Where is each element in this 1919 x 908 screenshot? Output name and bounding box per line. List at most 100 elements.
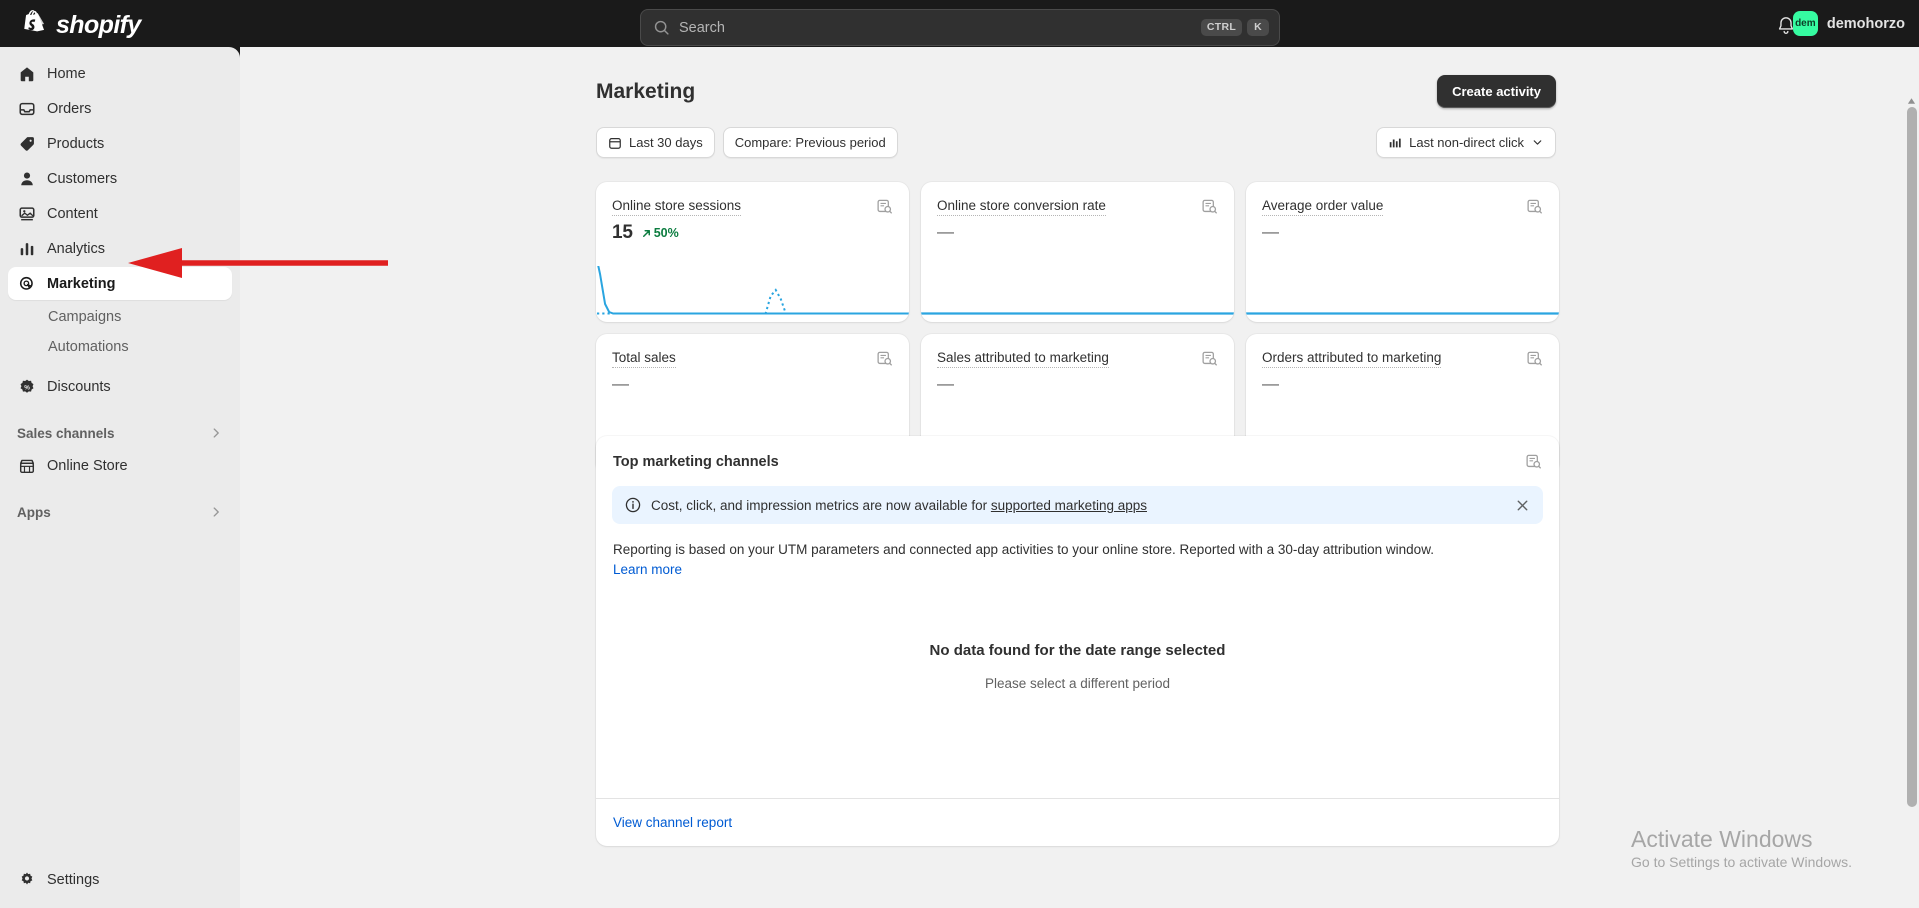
- bars-icon: [1388, 136, 1402, 150]
- metric-card-row: Online store sessions 15 50%: [596, 182, 1559, 322]
- sidebar-item-content[interactable]: Content: [8, 197, 232, 230]
- watermark-subtitle: Go to Settings to activate Windows.: [1631, 854, 1852, 870]
- sidebar-item-home[interactable]: Home: [8, 57, 232, 90]
- store-icon: [17, 456, 36, 475]
- supported-marketing-apps-link[interactable]: supported marketing apps: [991, 498, 1147, 513]
- sessions-sparkline: [596, 266, 909, 322]
- sidebar-subitem-campaigns[interactable]: Campaigns: [8, 302, 232, 332]
- metric-card-online-store-sessions[interactable]: Online store sessions 15 50%: [596, 182, 909, 322]
- svg-text:%: %: [24, 384, 30, 391]
- customers-icon: [17, 169, 36, 188]
- metric-title: Online store conversion rate: [937, 198, 1106, 216]
- search-placeholder: Search: [679, 20, 1201, 36]
- panel-header: Top marketing channels: [596, 436, 1559, 470]
- panel-description: Reporting is based on your UTM parameter…: [613, 540, 1542, 560]
- panel-description-block: Reporting is based on your UTM parameter…: [596, 524, 1559, 581]
- compare-filter[interactable]: Compare: Previous period: [723, 127, 898, 158]
- close-icon[interactable]: [1515, 498, 1530, 513]
- home-icon: [17, 64, 36, 83]
- windows-activation-watermark: Activate Windows Go to Settings to activ…: [1631, 825, 1852, 870]
- brand-name: shopify: [56, 11, 141, 40]
- analytics-icon: [17, 239, 36, 258]
- banner-text: Cost, click, and impression metrics are …: [651, 498, 1505, 513]
- top-marketing-channels-panel: Top marketing channels Cost, click, and …: [596, 436, 1559, 846]
- chevron-right-icon: [209, 426, 223, 440]
- user-menu[interactable]: dem demohorzo: [1793, 11, 1905, 36]
- view-report-icon[interactable]: [1201, 198, 1218, 215]
- content-icon: [17, 204, 36, 223]
- metric-value: —: [612, 374, 629, 394]
- metric-card-online-store-conversion-rate[interactable]: Online store conversion rate —: [921, 182, 1234, 322]
- view-report-icon[interactable]: [1201, 350, 1218, 367]
- view-channel-report-link[interactable]: View channel report: [613, 815, 732, 830]
- metric-card-average-order-value[interactable]: Average order value —: [1246, 182, 1559, 322]
- panel-title: Top marketing channels: [613, 454, 779, 470]
- learn-more-link[interactable]: Learn more: [613, 562, 682, 577]
- scrollbar-thumb[interactable]: [1907, 107, 1917, 807]
- metric-value: —: [937, 222, 954, 242]
- attribution-label: Last non-direct click: [1409, 135, 1524, 150]
- sidebar-section-apps[interactable]: Apps: [8, 496, 232, 528]
- sidebar-label: Products: [47, 136, 104, 152]
- sidebar-label: Online Store: [47, 458, 128, 474]
- sidebar-item-settings[interactable]: Settings: [8, 863, 108, 896]
- orders-icon: [17, 99, 36, 118]
- sidebar-item-discounts[interactable]: % Discounts: [8, 370, 232, 403]
- user-name: demohorzo: [1827, 16, 1905, 32]
- calendar-icon: [608, 136, 622, 150]
- products-icon: [17, 134, 36, 153]
- panel-footer: View channel report: [596, 798, 1559, 846]
- search-icon: [653, 19, 670, 36]
- view-report-icon[interactable]: [1526, 350, 1543, 367]
- sidebar-subitem-automations[interactable]: Automations: [8, 332, 232, 362]
- avatar: dem: [1793, 11, 1818, 36]
- metric-delta-value: 50%: [654, 226, 679, 240]
- sidebar-item-marketing[interactable]: Marketing: [8, 267, 232, 300]
- view-report-icon[interactable]: [876, 350, 893, 367]
- metric-title: Average order value: [1262, 198, 1383, 216]
- scrollbar-track[interactable]: [1904, 47, 1919, 908]
- sidebar-label: Analytics: [47, 241, 105, 257]
- metric-title: Total sales: [612, 350, 676, 368]
- shopify-bag-icon: [22, 10, 48, 40]
- sidebar-label: Settings: [47, 872, 99, 888]
- watermark-title: Activate Windows: [1631, 825, 1852, 854]
- sidebar-label: Home: [47, 66, 86, 82]
- metric-value: —: [1262, 374, 1279, 394]
- chevron-down-icon: [1531, 136, 1544, 149]
- sidebar-item-online-store[interactable]: Online Store: [8, 449, 232, 482]
- sidebar-item-orders[interactable]: Orders: [8, 92, 232, 125]
- kbd-k: K: [1247, 19, 1269, 37]
- metric-title: Sales attributed to marketing: [937, 350, 1109, 368]
- create-activity-button[interactable]: Create activity: [1437, 75, 1556, 108]
- shopify-logo[interactable]: shopify: [22, 10, 141, 40]
- sidebar-label: Customers: [47, 171, 117, 187]
- view-report-icon[interactable]: [1526, 198, 1543, 215]
- banner-message: Cost, click, and impression metrics are …: [651, 498, 991, 513]
- attribution-filter[interactable]: Last non-direct click: [1376, 127, 1556, 158]
- empty-state: No data found for the date range selecte…: [596, 642, 1559, 691]
- sidebar-label: Content: [47, 206, 98, 222]
- date-range-filter[interactable]: Last 30 days: [596, 127, 715, 158]
- sidebar-item-analytics[interactable]: Analytics: [8, 232, 232, 265]
- sidebar-label: Discounts: [47, 379, 111, 395]
- scroll-up-arrow-icon[interactable]: [1907, 97, 1916, 105]
- marketing-icon: [17, 274, 36, 293]
- sidebar-section-sales-channels[interactable]: Sales channels: [8, 417, 232, 449]
- flat-baseline: [921, 266, 1234, 322]
- sidebar-item-customers[interactable]: Customers: [8, 162, 232, 195]
- global-search[interactable]: Search CTRL K: [640, 9, 1280, 46]
- sidebar: Home Orders Products Customers Content A…: [0, 47, 240, 908]
- sidebar-item-products[interactable]: Products: [8, 127, 232, 160]
- metric-title: Orders attributed to marketing: [1262, 350, 1441, 368]
- view-report-icon[interactable]: [1525, 453, 1542, 470]
- sidebar-label: Marketing: [47, 276, 116, 292]
- gear-icon: [17, 870, 36, 889]
- compare-label: Compare: Previous period: [735, 135, 886, 150]
- sidebar-label: Orders: [47, 101, 91, 117]
- info-banner: Cost, click, and impression metrics are …: [612, 486, 1543, 524]
- metric-value: 15: [612, 222, 633, 244]
- filter-bar: Last 30 days Compare: Previous period La…: [596, 127, 1556, 158]
- view-report-icon[interactable]: [876, 198, 893, 215]
- kbd-ctrl: CTRL: [1201, 19, 1242, 37]
